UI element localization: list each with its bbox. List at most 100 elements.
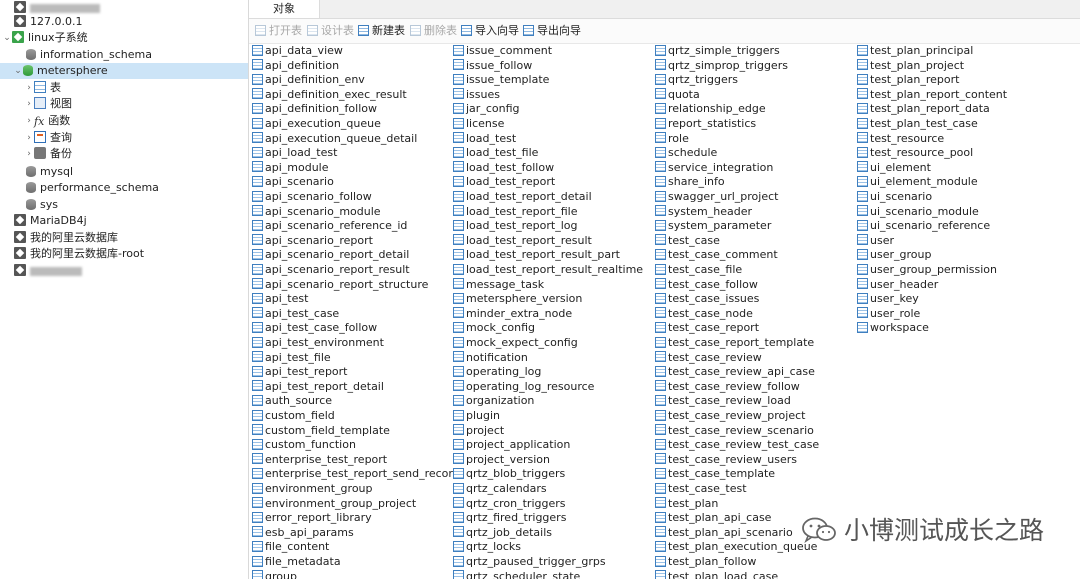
tree-connection-mariadb[interactable]: MariaDB4j [14,213,87,229]
table-item[interactable]: operating_log [453,365,541,379]
table-item[interactable]: custom_field_template [252,424,390,438]
chevron-right-icon[interactable]: › [24,146,34,162]
table-item[interactable]: test_case_template [655,467,775,481]
table-item[interactable]: user_group_permission [857,263,997,277]
table-item[interactable]: api_scenario_module [252,205,381,219]
table-item[interactable]: operating_log_resource [453,380,594,394]
table-item[interactable]: workspace [857,321,929,335]
table-item[interactable]: qrtz_locks [453,540,521,554]
table-item[interactable]: api_scenario [252,175,334,189]
table-item[interactable]: qrtz_simprop_triggers [655,59,788,73]
table-item[interactable]: load_test_report_result [453,234,592,248]
table-item[interactable]: metersphere_version [453,292,582,306]
table-item[interactable]: load_test [453,132,516,146]
table-item[interactable]: test_case_review_test_case [655,438,819,452]
table-item[interactable]: api_test_case [252,307,339,321]
table-item[interactable]: test_plan_project [857,59,964,73]
table-item[interactable]: ui_scenario_module [857,205,979,219]
table-item[interactable]: api_test_case_follow [252,321,377,335]
table-item[interactable]: issue_follow [453,59,532,73]
table-item[interactable]: qrtz_job_details [453,526,552,540]
table-item[interactable]: user_group [857,248,931,262]
open-table-button[interactable]: 打开表 [255,23,302,39]
chevron-right-icon[interactable]: › [24,80,34,96]
table-item[interactable]: quota [655,88,700,102]
export-wizard-button[interactable]: 导出向导 [523,23,581,39]
table-item[interactable]: message_task [453,278,544,292]
table-item[interactable]: qrtz_fired_triggers [453,511,566,525]
table-item[interactable]: test_plan_report_content [857,88,1007,102]
table-item[interactable]: issue_comment [453,44,552,58]
table-item[interactable]: share_info [655,175,725,189]
table-item[interactable]: load_test_follow [453,161,554,175]
table-item[interactable]: load_test_report_result_realtime [453,263,643,277]
table-item[interactable]: qrtz_calendars [453,482,547,496]
table-item[interactable]: ui_scenario_reference [857,219,990,233]
table-item[interactable]: api_scenario_report_structure [252,278,428,292]
design-table-button[interactable]: 设计表 [307,23,354,39]
table-item[interactable]: load_test_report [453,175,555,189]
tree-connection-aliyun-root[interactable]: 我的阿里云数据库-root [14,246,144,262]
table-item[interactable]: test_case_review_load [655,394,791,408]
chevron-down-icon[interactable]: ⌄ [2,30,12,46]
import-wizard-button[interactable]: 导入向导 [461,23,519,39]
table-item[interactable]: plugin [453,409,500,423]
tree-item-tables[interactable]: › 表 [24,80,61,96]
table-item[interactable]: error_report_library [252,511,372,525]
tree-item-backups[interactable]: › 备份 [24,146,72,162]
table-item[interactable]: load_test_report_result_part [453,248,620,262]
table-item[interactable]: custom_function [252,438,356,452]
table-item[interactable]: test_case_report_template [655,336,814,350]
table-item[interactable]: api_test_report_detail [252,380,384,394]
table-item[interactable]: user_role [857,307,920,321]
table-item[interactable]: api_scenario_report [252,234,373,248]
table-item[interactable]: test_case_node [655,307,753,321]
tree-db-metersphere[interactable]: ⌄ metersphere [0,63,248,79]
tree-item-views[interactable]: › 视图 [24,96,72,112]
table-item[interactable]: issues [453,88,500,102]
table-item[interactable]: test_case_review_follow [655,380,800,394]
table-item[interactable]: test_plan_load_case [655,570,778,579]
tree-db-mysql[interactable]: mysql [26,164,73,180]
tree-item-queries[interactable]: › 查询 [24,130,72,146]
table-item[interactable]: load_test_file [453,146,538,160]
table-item[interactable]: test_plan_principal [857,44,973,58]
table-item[interactable]: api_test_environment [252,336,384,350]
table-item[interactable]: api_test [252,292,308,306]
tree-item-functions[interactable]: › 𝑓x 函数 [24,113,70,129]
table-item[interactable]: api_scenario_reference_id [252,219,407,233]
table-item[interactable]: api_scenario_follow [252,190,372,204]
table-item[interactable]: file_content [252,540,329,554]
table-item[interactable]: test_plan_test_case [857,117,978,131]
table-item[interactable]: esb_api_params [252,526,354,540]
table-item[interactable]: organization [453,394,534,408]
table-item[interactable]: system_header [655,205,752,219]
table-item[interactable]: test_plan_report [857,73,959,87]
tree-connection-linux[interactable]: ⌄ linux子系统 [2,30,88,46]
table-item[interactable]: test_plan_follow [655,555,756,569]
table-item[interactable]: ui_scenario [857,190,932,204]
table-item[interactable]: group [252,570,297,579]
table-item[interactable]: api_definition_exec_result [252,88,407,102]
table-item[interactable]: test_case_report [655,321,759,335]
table-item[interactable]: auth_source [252,394,332,408]
tree-connection-aliyun[interactable]: 我的阿里云数据库 [14,230,118,246]
table-item[interactable]: report_statistics [655,117,756,131]
table-item[interactable]: api_test_report [252,365,348,379]
table-item[interactable]: api_execution_queue [252,117,381,131]
table-item[interactable]: file_metadata [252,555,341,569]
table-item[interactable]: qrtz_scheduler_state [453,570,580,579]
table-item[interactable]: test_case_file [655,263,742,277]
table-item[interactable]: test_case_test [655,482,747,496]
table-item[interactable]: test_resource_pool [857,146,973,160]
table-item[interactable]: load_test_report_log [453,219,578,233]
tree-db-sys[interactable]: sys [26,197,58,213]
table-item[interactable]: ui_element_module [857,175,978,189]
table-item[interactable]: test_plan_api_case [655,511,771,525]
tree-db-information-schema[interactable]: information_schema [26,47,152,63]
table-item[interactable]: user_header [857,278,938,292]
table-item[interactable]: api_execution_queue_detail [252,132,417,146]
table-item[interactable]: api_definition [252,59,339,73]
table-item[interactable]: load_test_report_file [453,205,577,219]
table-item[interactable]: qrtz_paused_trigger_grps [453,555,606,569]
